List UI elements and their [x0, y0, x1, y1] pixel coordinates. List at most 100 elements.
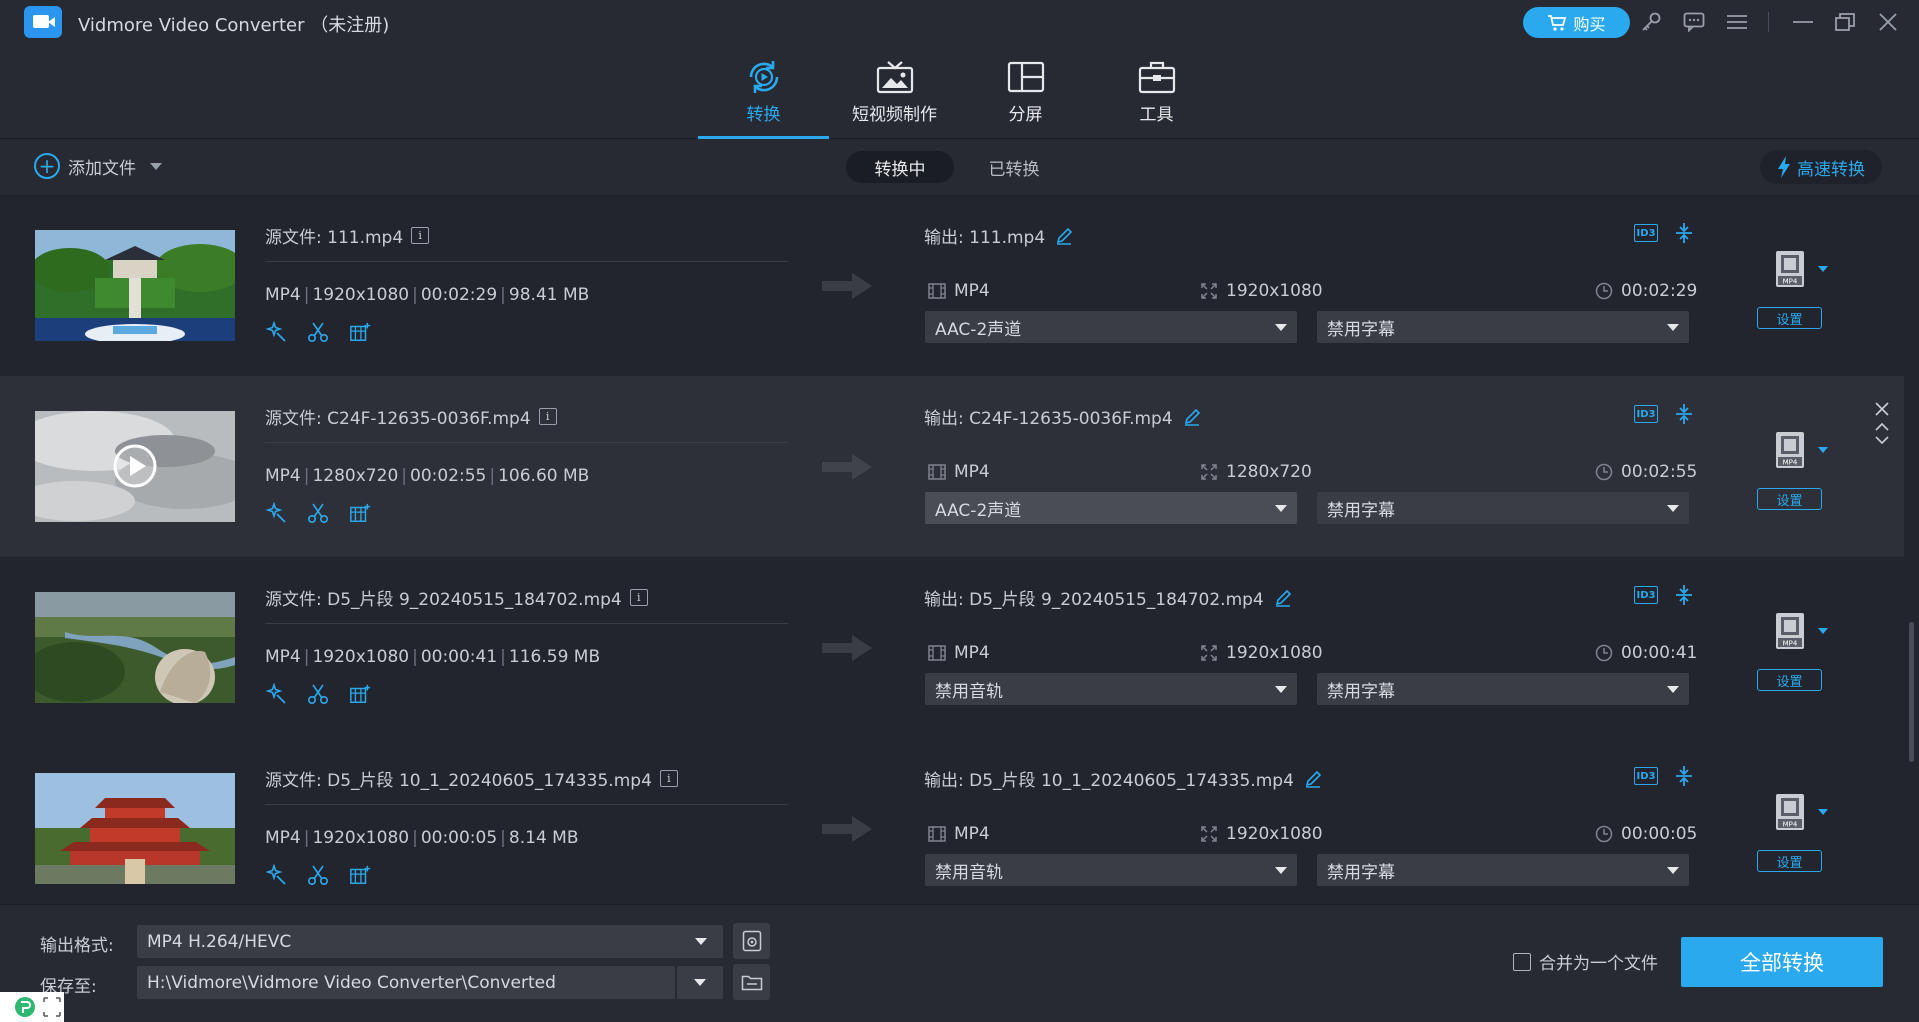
file-row[interactable]: 源文件: 111.mp4 i MP4 | 1920x1080 | 00:02:29 | 98…	[0, 195, 1904, 376]
chevron-down-icon	[694, 979, 706, 986]
tab-converted[interactable]: 已转换	[960, 151, 1068, 183]
info-icon[interactable]: i	[629, 589, 648, 606]
info-icon[interactable]: i	[538, 408, 557, 425]
add-file-button[interactable]: + 添加文件	[34, 153, 162, 179]
mp4-format-icon[interactable]: MP4	[1775, 250, 1805, 288]
info-icon[interactable]: i	[659, 770, 678, 787]
mp4-format-icon[interactable]: MP4	[1775, 612, 1805, 650]
audio-track-select[interactable]: 禁用音轨	[925, 673, 1297, 705]
tab-tools[interactable]: 工具	[1091, 44, 1222, 139]
mp4-format-icon[interactable]: MP4	[1775, 793, 1805, 831]
video-thumbnail[interactable]	[35, 773, 235, 884]
video-thumbnail[interactable]	[35, 411, 235, 522]
overlay-widget[interactable]	[0, 992, 64, 1022]
settings-button[interactable]: 设置	[1757, 488, 1822, 510]
buy-button[interactable]: 购买	[1523, 7, 1630, 38]
subtitle-value: 禁用字幕	[1327, 319, 1395, 340]
audio-track-select[interactable]: AAC-2声道	[925, 492, 1297, 524]
enhance-icon[interactable]	[349, 864, 371, 886]
compress-icon[interactable]	[1676, 223, 1692, 243]
compress-icon[interactable]	[1676, 585, 1692, 605]
merge-option[interactable]: 合并为一个文件	[1513, 949, 1658, 974]
chevron-down-icon	[695, 938, 707, 945]
close-icon[interactable]	[1874, 8, 1902, 36]
file-row[interactable]: 源文件: D5_片段 9_20240515_184702.mp4 i MP4 | 1…	[0, 557, 1904, 738]
enhance-icon[interactable]	[349, 321, 371, 343]
tab-converting[interactable]: 转换中	[846, 151, 954, 183]
move-down-icon[interactable]	[1875, 436, 1889, 445]
format-caret-icon[interactable]	[1818, 447, 1828, 453]
scrollbar-thumb[interactable]	[1909, 622, 1914, 762]
output-format-select[interactable]: MP4 H.264/HEVC	[137, 925, 723, 958]
merge-checkbox[interactable]	[1513, 952, 1531, 971]
settings-button[interactable]: 设置	[1757, 850, 1822, 872]
edit-pencil-icon[interactable]	[1183, 408, 1201, 426]
output-file-label: 输出: D5_片段 9_20240515_184702.mp4	[924, 590, 1264, 610]
format-caret-icon[interactable]	[1818, 628, 1828, 634]
chat-icon[interactable]	[1680, 8, 1708, 36]
scissors-icon[interactable]	[307, 321, 329, 343]
fast-convert-button[interactable]: 高速转换	[1760, 150, 1882, 184]
subtitle-select[interactable]: 禁用字幕	[1317, 854, 1689, 886]
compress-icon[interactable]	[1676, 766, 1692, 786]
file-row[interactable]: 源文件: D5_片段 10_1_20240605_174335.mp4 i MP…	[0, 738, 1904, 904]
meta-format: MP4	[265, 285, 301, 305]
enhance-icon[interactable]	[349, 502, 371, 524]
id3-icon[interactable]: ID3	[1634, 767, 1658, 785]
settings-button[interactable]: 设置	[1757, 307, 1822, 329]
subtitle-select[interactable]: 禁用字幕	[1317, 673, 1689, 705]
magic-wand-icon[interactable]	[265, 502, 287, 524]
edit-pencil-icon[interactable]	[1274, 589, 1292, 607]
minimize-icon[interactable]	[1789, 8, 1817, 36]
tab-split-screen[interactable]: 分屏	[960, 44, 1091, 139]
id3-icon[interactable]: ID3	[1634, 224, 1658, 242]
buy-label: 购买	[1573, 14, 1606, 34]
audio-track-select[interactable]: AAC-2声道	[925, 311, 1297, 343]
format-settings-button[interactable]	[733, 923, 770, 959]
subtitle-value: 禁用字幕	[1327, 500, 1395, 521]
menu-icon[interactable]	[1723, 8, 1751, 36]
resize-icon	[1200, 644, 1218, 662]
magic-wand-icon[interactable]	[265, 864, 287, 886]
audio-track-value: 禁用音轨	[935, 862, 1003, 883]
subtitle-select[interactable]: 禁用字幕	[1317, 492, 1689, 524]
save-path-field[interactable]: H:\Vidmore\Vidmore Video Converter\Conve…	[137, 966, 675, 999]
settings-button[interactable]: 设置	[1757, 669, 1822, 691]
info-icon[interactable]: i	[411, 227, 430, 244]
scissors-icon[interactable]	[307, 502, 329, 524]
magic-wand-icon[interactable]	[265, 321, 287, 343]
remove-icon[interactable]	[1875, 402, 1889, 416]
output-duration: 00:00:41	[1595, 643, 1697, 663]
save-path-dropdown[interactable]	[677, 966, 723, 999]
edit-pencil-icon[interactable]	[1304, 770, 1322, 788]
video-thumbnail[interactable]	[35, 592, 235, 703]
output-format-value: MP4	[954, 643, 990, 663]
tab-short-video[interactable]: 短视频制作	[829, 44, 960, 139]
edit-pencil-icon[interactable]	[1055, 227, 1073, 245]
subtitle-select[interactable]: 禁用字幕	[1317, 311, 1689, 343]
edit-tools	[265, 321, 371, 343]
file-list-scrollbar[interactable]	[1906, 195, 1914, 904]
scissors-icon[interactable]	[307, 864, 329, 886]
main-nav: 转换 短视频制作 分屏 工具	[0, 44, 1919, 139]
compress-icon[interactable]	[1676, 404, 1692, 424]
open-folder-button[interactable]	[733, 964, 770, 1000]
chevron-down-icon[interactable]	[150, 162, 162, 170]
enhance-icon[interactable]	[349, 683, 371, 705]
id3-icon[interactable]: ID3	[1634, 586, 1658, 604]
video-thumbnail[interactable]	[35, 230, 235, 341]
scissors-icon[interactable]	[307, 683, 329, 705]
format-caret-icon[interactable]	[1818, 809, 1828, 815]
tab-convert[interactable]: 转换	[698, 44, 829, 139]
convert-all-button[interactable]: 全部转换	[1681, 937, 1883, 987]
key-icon[interactable]	[1637, 8, 1665, 36]
file-row[interactable]: 源文件: C24F-12635-0036F.mp4 i MP4 | 1280x720…	[0, 376, 1904, 557]
audio-track-select[interactable]: 禁用音轨	[925, 854, 1297, 886]
id3-icon[interactable]: ID3	[1634, 405, 1658, 423]
mp4-format-icon[interactable]: MP4	[1775, 431, 1805, 469]
restore-icon[interactable]	[1831, 8, 1859, 36]
magic-wand-icon[interactable]	[265, 683, 287, 705]
arrow-right-icon	[822, 635, 872, 661]
move-up-icon[interactable]	[1875, 422, 1889, 431]
format-caret-icon[interactable]	[1818, 266, 1828, 272]
